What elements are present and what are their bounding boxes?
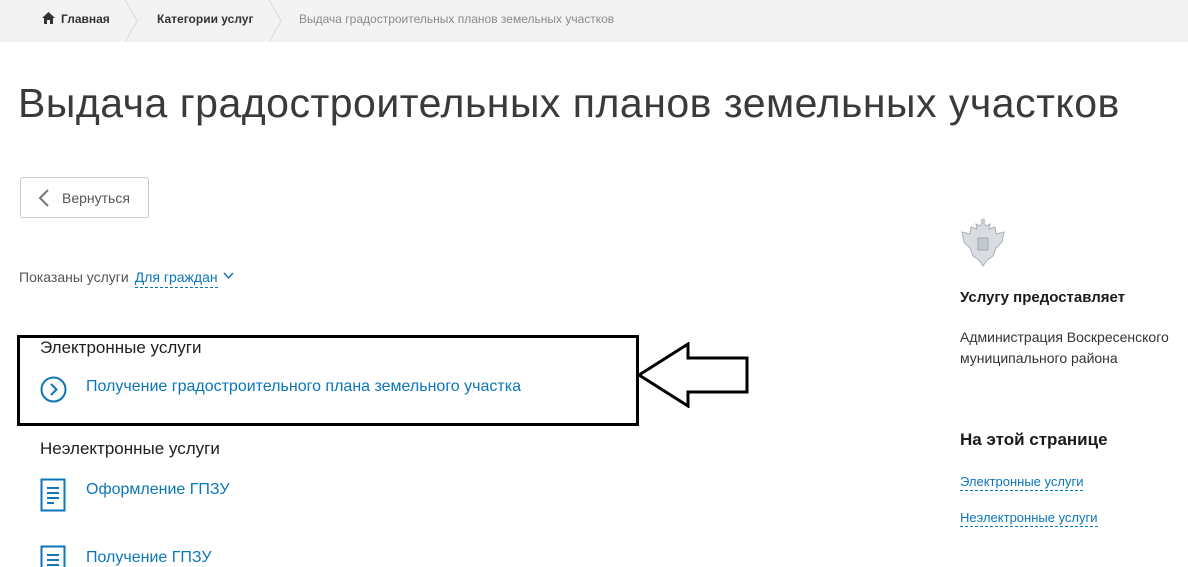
breadcrumb-current: Выдача градостроительных планов земельны… <box>299 12 615 26</box>
page-title: Выдача градостроительных планов земельны… <box>18 80 1120 126</box>
non-electronic-services-heading: Неэлектронные услуги <box>40 439 220 458</box>
chevron-left-icon <box>38 189 49 207</box>
coat-of-arms-icon <box>961 218 1005 267</box>
service-link-poluchenie-gpzu[interactable]: Получение ГПЗУ <box>86 549 212 567</box>
breadcrumb-separator-icon <box>124 0 138 42</box>
service-link-oformlenie-gpzu[interactable]: Оформление ГПЗУ <box>86 481 230 499</box>
service-filter: Показаны услуги Для граждан <box>19 269 234 288</box>
breadcrumb-separator-icon <box>268 0 282 42</box>
breadcrumb-home-label: Главная <box>61 12 110 26</box>
document-icon <box>40 545 66 567</box>
chevron-down-icon[interactable] <box>223 272 234 280</box>
arrow-left-icon <box>636 342 749 408</box>
document-icon <box>40 478 66 512</box>
on-page-link-non-electronic[interactable]: Неэлектронные услуги <box>960 510 1098 527</box>
on-page-heading: На этой странице <box>960 430 1108 449</box>
breadcrumb: Главная Категории услуг Выдача градостро… <box>0 0 1188 42</box>
provider-heading: Услугу предоставляет <box>960 289 1126 306</box>
provider-name: Администрация Воскресенского муниципальн… <box>960 329 1169 366</box>
filter-dropdown[interactable]: Для граждан <box>134 269 218 288</box>
home-icon <box>42 12 55 25</box>
back-button-label: Вернуться <box>62 190 130 206</box>
back-button[interactable]: Вернуться <box>20 177 149 218</box>
annotation-box <box>17 335 639 426</box>
breadcrumb-home[interactable]: Главная <box>42 0 110 42</box>
filter-label: Показаны услуги <box>19 269 129 285</box>
breadcrumb-categories[interactable]: Категории услуг <box>157 0 253 42</box>
on-page-link-electronic[interactable]: Электронные услуги <box>960 474 1084 491</box>
